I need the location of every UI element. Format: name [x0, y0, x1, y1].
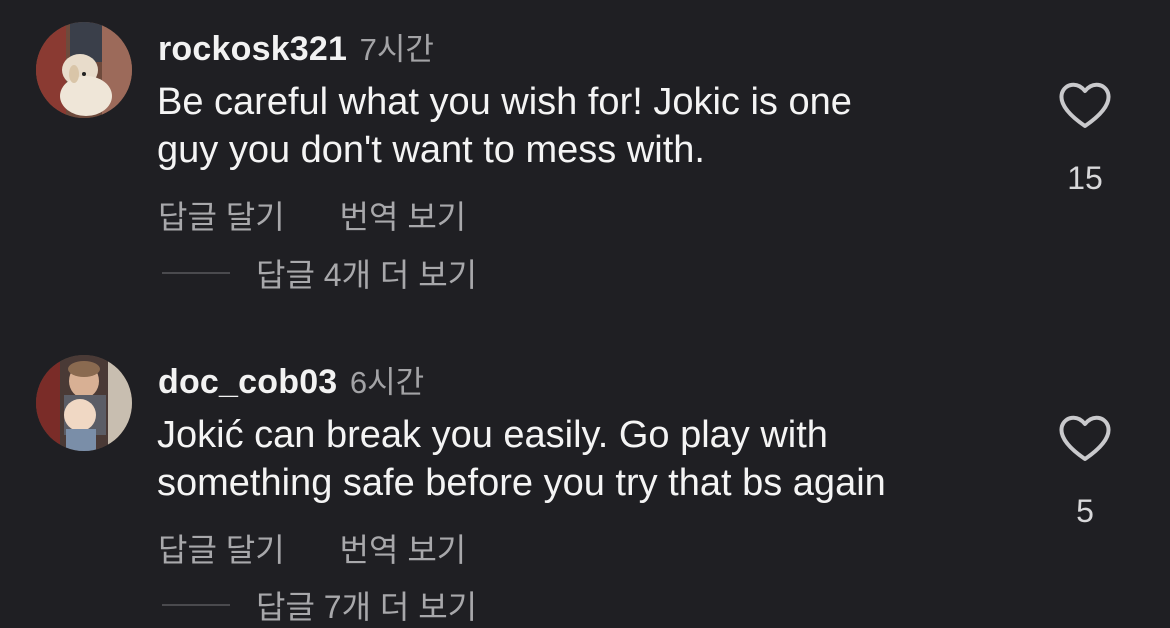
timestamp: 6시간	[349, 365, 425, 400]
like-button[interactable]	[1057, 413, 1113, 463]
avatar[interactable]	[36, 355, 132, 451]
avatar[interactable]	[36, 22, 132, 118]
like-count: 5	[1076, 493, 1094, 529]
timestamp: 7시간	[359, 32, 434, 67]
comment-text-line: guy you don't want to mess with.	[157, 129, 705, 171]
comment-text-line: Be careful what you wish for! Jokic is o…	[157, 81, 852, 123]
divider	[162, 272, 230, 274]
heart-outline-icon	[1059, 415, 1111, 461]
comment-header: doc_cob03 6시간	[158, 357, 424, 402]
view-replies-label[interactable]: 답글 4개 더 보기	[256, 257, 477, 293]
reply-button[interactable]: 답글 달기	[158, 199, 285, 235]
comment-text-line: Jokić can break you easily. Go play with	[157, 414, 828, 456]
comment-text: Jokić can break you easily. Go play with…	[157, 411, 1027, 507]
username[interactable]: rockosk321	[158, 30, 347, 68]
comment-text: Be careful what you wish for! Jokic is o…	[157, 78, 1027, 174]
reply-button[interactable]: 답글 달기	[158, 532, 285, 568]
view-replies[interactable]: 답글 7개 더 보기	[162, 582, 477, 628]
dog-photo-avatar-icon	[36, 22, 132, 118]
comment-header: rockosk321 7시간	[158, 24, 434, 69]
translate-button[interactable]: 번역 보기	[340, 532, 467, 568]
comment-actions: 답글 달기 번역 보기	[158, 192, 512, 238]
like-button[interactable]	[1057, 80, 1113, 130]
heart-outline-icon	[1059, 82, 1111, 128]
comment-text-line: something safe before you try that bs ag…	[157, 462, 886, 504]
view-replies[interactable]: 답글 4개 더 보기	[162, 250, 477, 296]
divider	[162, 604, 230, 606]
comment-actions: 답글 달기 번역 보기	[158, 525, 512, 571]
kids-photo-avatar-icon	[36, 355, 132, 451]
translate-button[interactable]: 번역 보기	[340, 199, 467, 235]
username[interactable]: doc_cob03	[158, 363, 337, 401]
like-count: 15	[1067, 160, 1103, 196]
view-replies-label[interactable]: 답글 7개 더 보기	[256, 589, 477, 625]
